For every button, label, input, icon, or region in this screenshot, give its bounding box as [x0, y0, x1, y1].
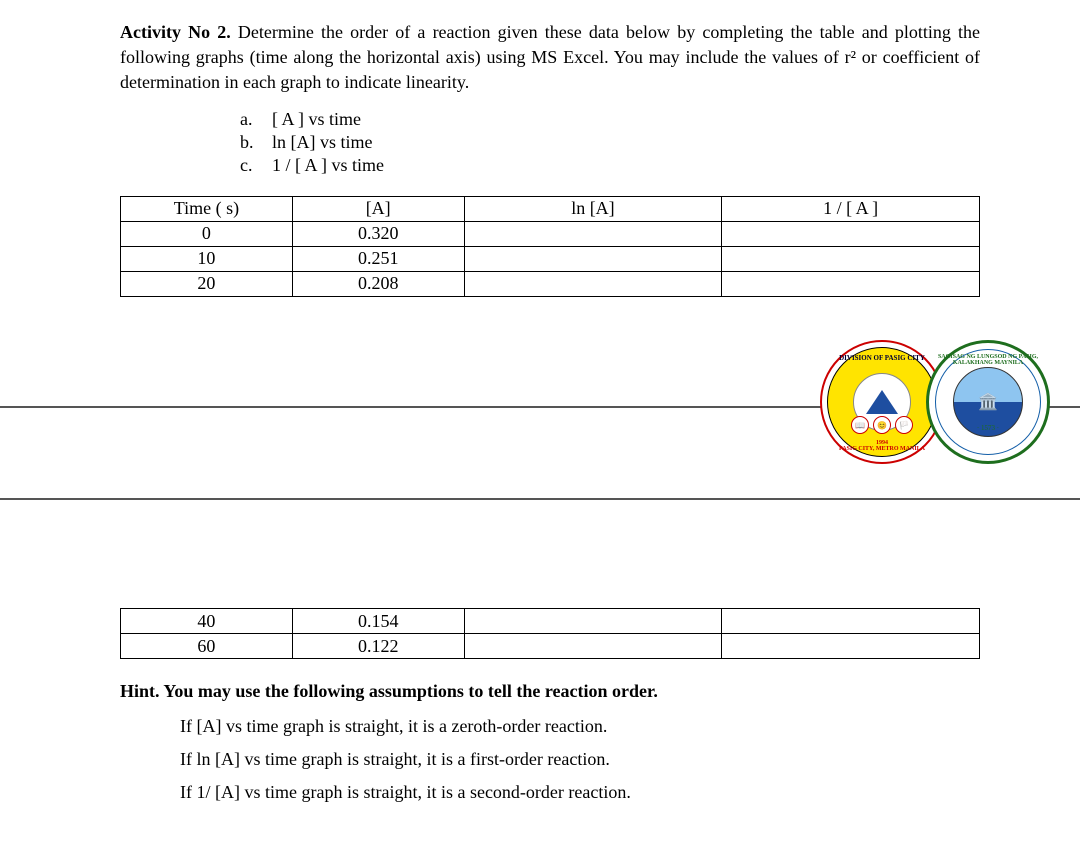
list-item: a. [ A ] vs time [240, 108, 980, 131]
list-marker: c. [240, 154, 272, 177]
hint-heading: Hint. You may use the following assumpti… [120, 681, 980, 702]
cell: 0.251 [292, 246, 464, 271]
cell: 40 [121, 609, 293, 634]
flag-icon: 🏳️ [895, 416, 913, 434]
table-row: 20 0.208 [121, 271, 980, 296]
list-text: 1 / [ A ] vs time [272, 154, 384, 177]
seal2-text-top: SAGISAG NG LUNGSOD NG PASIG, KALAKHANG M… [936, 354, 1040, 366]
book-icon: 📖 [851, 416, 869, 434]
table-row: 60 0.122 [121, 634, 980, 659]
activity-text: Determine the order of a reaction given … [120, 22, 980, 92]
cell [722, 609, 980, 634]
activity-instructions: Activity No 2. Determine the order of a … [120, 20, 980, 96]
list-text: ln [A] vs time [272, 131, 373, 154]
plot-list: a. [ A ] vs time b. ln [A] vs time c. 1 … [240, 108, 980, 178]
data-table-lower: 40 0.154 60 0.122 [120, 608, 980, 659]
cell: 0.122 [292, 634, 464, 659]
seal-text-top: DIVISION OF PASIG CITY [839, 354, 925, 362]
cell [464, 609, 722, 634]
cell: 0 [121, 221, 293, 246]
list-item: b. ln [A] vs time [240, 131, 980, 154]
cell [722, 246, 980, 271]
cell [464, 221, 722, 246]
hint-line: If ln [A] vs time graph is straight, it … [180, 749, 980, 770]
cell [464, 271, 722, 296]
table-row: 10 0.251 [121, 246, 980, 271]
col-lna: ln [A] [464, 196, 722, 221]
hint-line: If 1/ [A] vs time graph is straight, it … [180, 782, 980, 803]
activity-number: Activity No 2. [120, 22, 231, 42]
cell [722, 221, 980, 246]
cell [722, 271, 980, 296]
seals: DIVISION OF PASIG CITY 📖 😊 🏳️ 1994 PASIG… [820, 340, 1080, 464]
cell [464, 634, 722, 659]
col-a: [A] [292, 196, 464, 221]
triangle-icon [866, 390, 898, 414]
church-icon: 🏛️ [978, 392, 998, 412]
list-item: c. 1 / [ A ] vs time [240, 154, 980, 177]
col-time: Time ( s) [121, 196, 293, 221]
seal2-year: · 1573 · [977, 424, 999, 432]
seal-mini-icons: 📖 😊 🏳️ [851, 416, 913, 434]
list-marker: a. [240, 108, 272, 131]
list-marker: b. [240, 131, 272, 154]
table-row: 0 0.320 [121, 221, 980, 246]
cell [722, 634, 980, 659]
face-icon: 😊 [873, 416, 891, 434]
list-text: [ A ] vs time [272, 108, 361, 131]
table-header-row: Time ( s) [A] ln [A] 1 / [ A ] [121, 196, 980, 221]
cell [464, 246, 722, 271]
cell: 10 [121, 246, 293, 271]
data-table-upper: Time ( s) [A] ln [A] 1 / [ A ] 0 0.320 1… [120, 196, 980, 297]
hint-line: If [A] vs time graph is straight, it is … [180, 716, 980, 737]
col-inva: 1 / [ A ] [722, 196, 980, 221]
cell: 0.320 [292, 221, 464, 246]
table-row: 40 0.154 [121, 609, 980, 634]
page-break-bottom [0, 498, 1080, 500]
cell: 0.154 [292, 609, 464, 634]
city-seal: SAGISAG NG LUNGSOD NG PASIG, KALAKHANG M… [926, 340, 1050, 464]
cell: 0.208 [292, 271, 464, 296]
cell: 20 [121, 271, 293, 296]
seal-text-bottom: 1994 PASIG CITY, METRO MANILA [839, 440, 925, 452]
cell: 60 [121, 634, 293, 659]
